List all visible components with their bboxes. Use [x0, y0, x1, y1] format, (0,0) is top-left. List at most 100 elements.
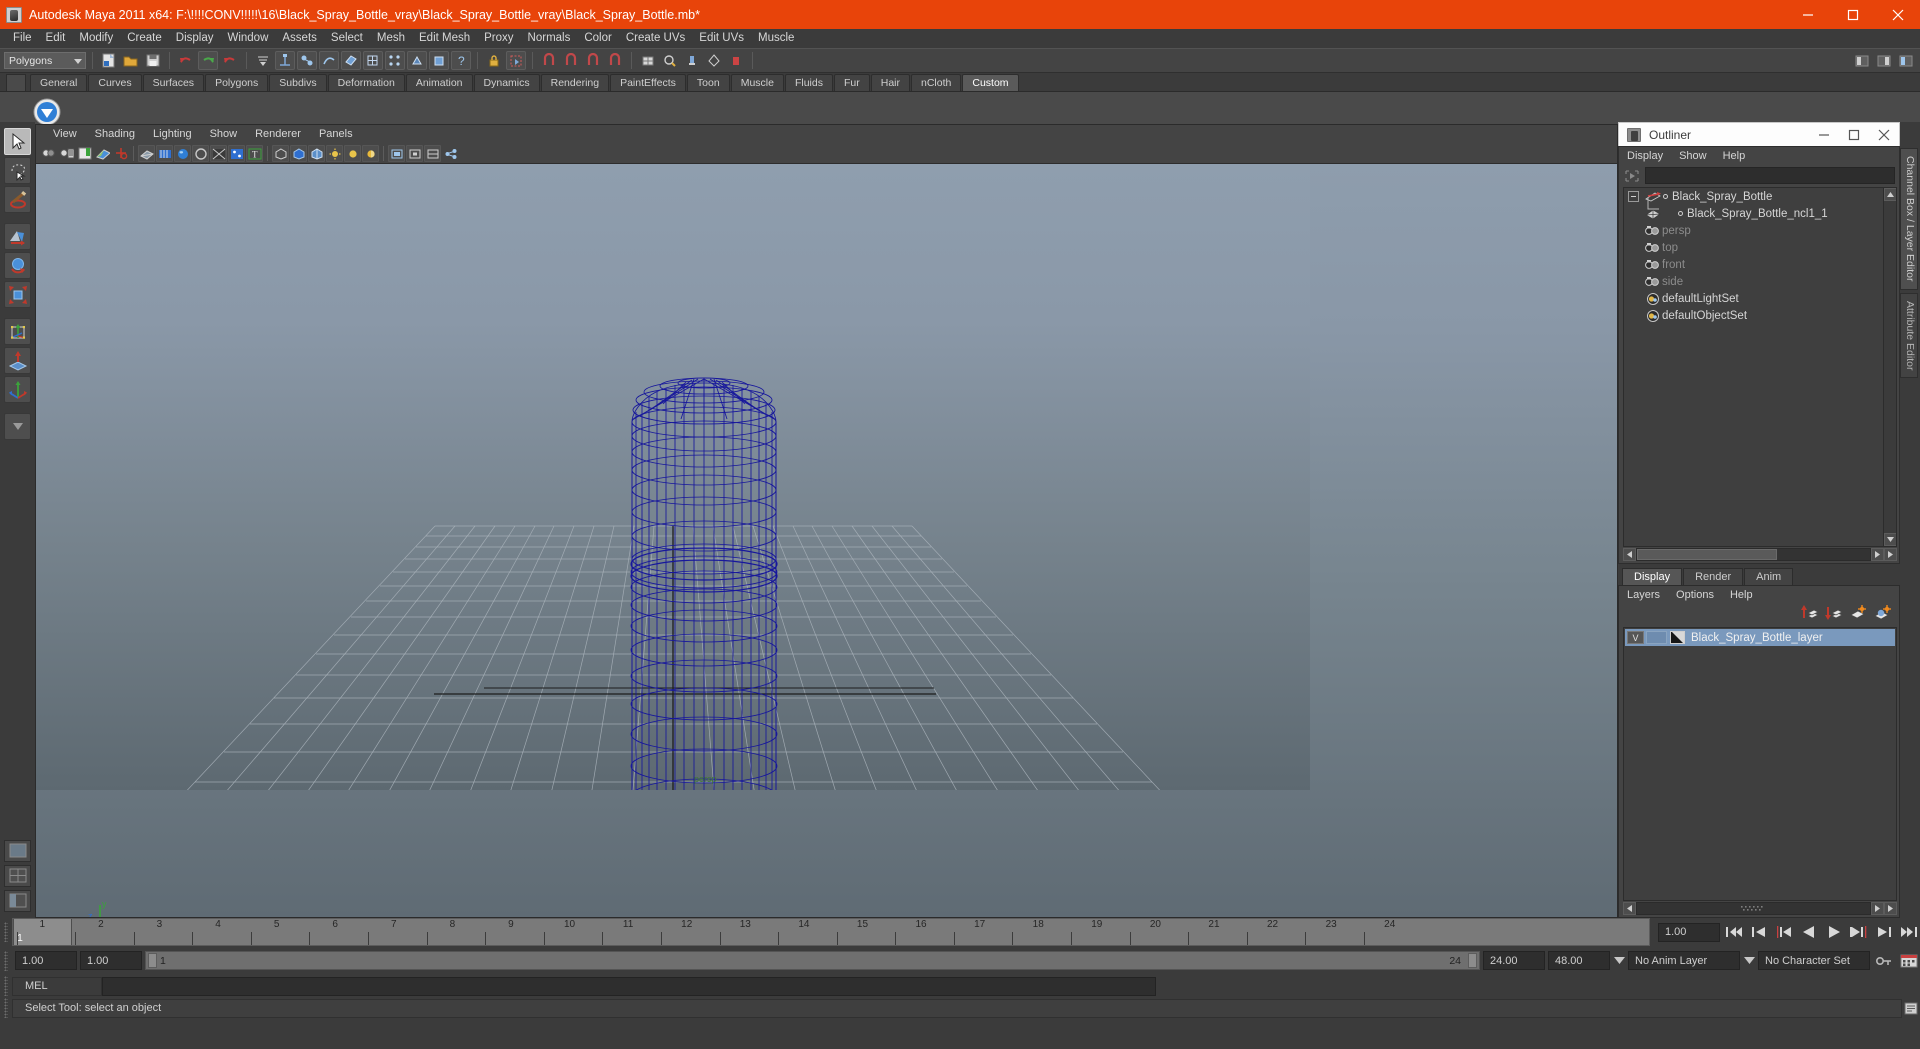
- lock-selection-icon[interactable]: [484, 51, 504, 70]
- scroll-down-icon[interactable]: [1884, 533, 1896, 546]
- scroll-left-icon[interactable]: [1623, 548, 1636, 561]
- menu-set-selector[interactable]: Polygons: [4, 52, 86, 69]
- status-bar-grip[interactable]: [0, 998, 12, 1018]
- time-slider[interactable]: 1 1 2 3 4 5 6 7 8 9 10 11 12 13 14 15 16 17 18 19 20 21 22 23 2…: [12, 918, 1650, 946]
- outliner-item-side[interactable]: side: [1624, 273, 1896, 290]
- command-input[interactable]: [102, 976, 1156, 996]
- paint-select-tool[interactable]: [4, 186, 31, 213]
- scale-tool[interactable]: [4, 281, 31, 308]
- command-language-label[interactable]: MEL: [12, 976, 102, 996]
- gamma-icon[interactable]: [344, 145, 361, 162]
- menu-normals[interactable]: Normals: [521, 29, 578, 48]
- new-layer-icon[interactable]: [1849, 605, 1867, 625]
- shelf-tab-custom[interactable]: Custom: [962, 74, 1019, 91]
- outliner-menu-help[interactable]: Help: [1723, 150, 1746, 162]
- outliner-minimize-button[interactable]: [1809, 123, 1839, 147]
- render-current-frame-icon[interactable]: [660, 51, 680, 70]
- outliner-maximize-button[interactable]: [1839, 123, 1869, 147]
- scroll-right-icon[interactable]: [1871, 902, 1884, 915]
- shaded-box-alt-icon[interactable]: [308, 145, 325, 162]
- edge-select-icon[interactable]: [407, 51, 427, 70]
- shelf-tab-animation[interactable]: Animation: [405, 74, 473, 91]
- command-line-grip[interactable]: [0, 976, 12, 996]
- quick-layout-outliner-persp[interactable]: [4, 890, 31, 912]
- scroll-up-icon[interactable]: [1884, 188, 1896, 201]
- shelf-tab-deformation[interactable]: Deformation: [327, 74, 405, 91]
- tab-display[interactable]: Display: [1622, 568, 1683, 585]
- snap-to-curve-icon[interactable]: [561, 51, 581, 70]
- object-mode-icon[interactable]: [297, 51, 317, 70]
- lasso-select-tool[interactable]: [4, 157, 31, 184]
- step-back-frame-icon[interactable]: [1773, 922, 1795, 943]
- menu-window[interactable]: Window: [220, 29, 275, 48]
- quick-layout-single-perspective[interactable]: [4, 840, 31, 862]
- outliner-menu-show[interactable]: Show: [1679, 150, 1707, 162]
- component-mode-icon[interactable]: [319, 51, 339, 70]
- menu-edit[interactable]: Edit: [39, 29, 73, 48]
- undo-view-icon[interactable]: [220, 51, 240, 70]
- highlight-selection-icon[interactable]: [506, 51, 526, 70]
- range-end-handle[interactable]: [1468, 953, 1477, 968]
- viewport-menu-shading[interactable]: Shading: [86, 125, 144, 144]
- playback-speed-field[interactable]: 1.00: [1658, 922, 1720, 942]
- side-tab-attribute-editor[interactable]: Attribute Editor: [1900, 292, 1918, 378]
- menu-muscle[interactable]: Muscle: [751, 29, 801, 48]
- outliner-menu-display[interactable]: Display: [1627, 150, 1663, 162]
- shelf-tab-dynamics[interactable]: Dynamics: [473, 74, 540, 91]
- minimize-button[interactable]: [1785, 0, 1830, 29]
- show-attribute-editor-icon[interactable]: [1874, 51, 1894, 70]
- outliner-tree[interactable]: Black_Spray_Bottle Black_Spray_Bottle_nc…: [1623, 187, 1897, 547]
- new-scene-icon[interactable]: [99, 51, 119, 70]
- move-tool[interactable]: [4, 223, 31, 250]
- menu-modify[interactable]: Modify: [72, 29, 120, 48]
- range-slider-grip[interactable]: [0, 950, 12, 971]
- play-forwards-icon[interactable]: [1823, 922, 1845, 943]
- construction-history-icon[interactable]: [638, 51, 658, 70]
- shaded-box-icon[interactable]: [290, 145, 307, 162]
- playback-end-time-field[interactable]: 24.00: [1483, 951, 1545, 970]
- bookmark-icon[interactable]: [76, 145, 93, 162]
- exposure-icon[interactable]: [326, 145, 343, 162]
- render-view-icon[interactable]: [726, 51, 746, 70]
- play-backwards-icon[interactable]: [1798, 922, 1820, 943]
- shelf-tab-painteffects[interactable]: PaintEffects: [610, 74, 686, 91]
- xray-mode-icon[interactable]: [228, 145, 245, 162]
- go-to-start-icon[interactable]: [1723, 922, 1745, 943]
- outliner-search-input[interactable]: [1645, 167, 1895, 184]
- image-plane-icon[interactable]: [94, 145, 111, 162]
- menu-edit-uvs[interactable]: Edit UVs: [692, 29, 751, 48]
- menu-create-uvs[interactable]: Create UVs: [619, 29, 692, 48]
- menu-create[interactable]: Create: [120, 29, 169, 48]
- smooth-shade-all-icon[interactable]: [156, 145, 173, 162]
- menu-display[interactable]: Display: [169, 29, 221, 48]
- layer-list[interactable]: V Black_Spray_Bottle_layer: [1623, 627, 1897, 901]
- outliner-item-persp[interactable]: persp: [1624, 222, 1896, 239]
- hardware-texturing-icon[interactable]: [174, 145, 191, 162]
- vertex-select-icon[interactable]: [385, 51, 405, 70]
- soft-modification-tool[interactable]: [4, 347, 31, 374]
- maximize-button[interactable]: [1830, 0, 1875, 29]
- outliner-filter-icon[interactable]: [1623, 168, 1641, 184]
- isolate-select-icon[interactable]: [272, 145, 289, 162]
- range-start-handle[interactable]: [148, 953, 157, 968]
- anim-start-time-field[interactable]: 1.00: [15, 951, 77, 970]
- shelf-tab-general[interactable]: General: [30, 74, 88, 91]
- rotate-tool[interactable]: [4, 252, 31, 279]
- outliner-close-button[interactable]: [1869, 123, 1899, 147]
- viewport-menu-renderer[interactable]: Renderer: [246, 125, 310, 144]
- layer-menu-options[interactable]: Options: [1676, 589, 1714, 601]
- ipr-render-icon[interactable]: [682, 51, 702, 70]
- menu-select[interactable]: Select: [324, 29, 370, 48]
- hscroll-track[interactable]: [1636, 548, 1871, 561]
- chevron-down-icon[interactable]: [1743, 957, 1755, 964]
- quick-layout-four-view[interactable]: [4, 865, 31, 887]
- shelf-tab-ncloth[interactable]: nCloth: [911, 74, 962, 91]
- scroll-right-end-icon[interactable]: [1884, 902, 1897, 915]
- universal-manipulator-tool[interactable]: [4, 318, 31, 345]
- layer-menu-help[interactable]: Help: [1730, 589, 1753, 601]
- viewport-3d-canvas[interactable]: persp y x z: [36, 164, 1617, 917]
- viewport-menu-view[interactable]: View: [44, 125, 86, 144]
- step-forward-frame-icon[interactable]: [1848, 922, 1870, 943]
- scroll-right-end-icon[interactable]: [1884, 548, 1897, 561]
- time-slider-grip[interactable]: [0, 918, 12, 946]
